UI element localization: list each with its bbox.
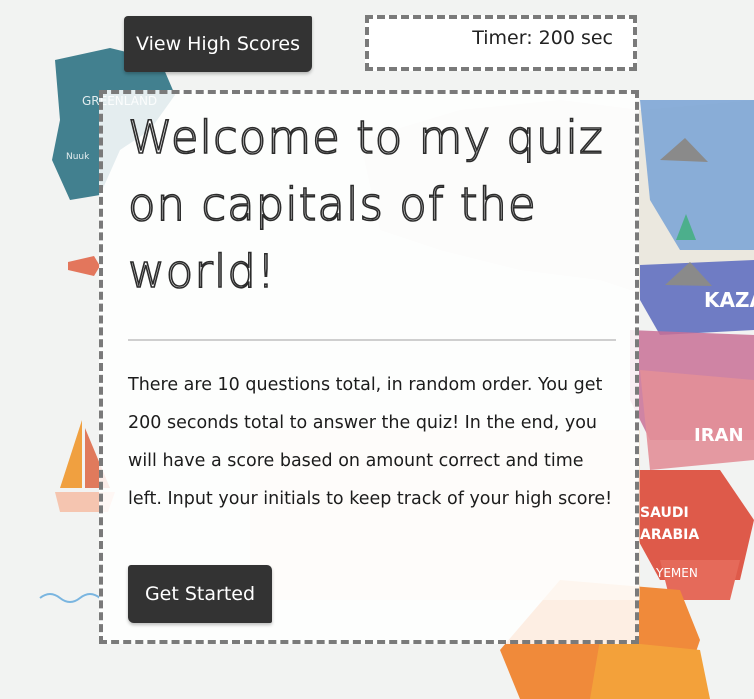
map-label-kazakhstan: KAZA	[704, 288, 754, 312]
map-label-iran: IRAN	[694, 425, 744, 446]
view-high-scores-button[interactable]: View High Scores	[124, 16, 312, 72]
welcome-card: Welcome to my quiz on capitals of the wo…	[99, 90, 639, 644]
map-label-saudi: SAUDI ARABIA	[640, 505, 700, 543]
map-label-nuuk: Nuuk	[66, 152, 90, 162]
timer-display: Timer: 200 sec	[365, 15, 637, 71]
title-divider	[128, 339, 616, 341]
get-started-button[interactable]: Get Started	[128, 565, 272, 623]
timer-text: Timer: 200 sec	[472, 27, 613, 49]
map-label-yemen: YEMEN	[656, 566, 698, 580]
quiz-description: There are 10 questions total, in random …	[128, 375, 613, 509]
quiz-title: Welcome to my quiz on capitals of the wo…	[127, 110, 604, 299]
